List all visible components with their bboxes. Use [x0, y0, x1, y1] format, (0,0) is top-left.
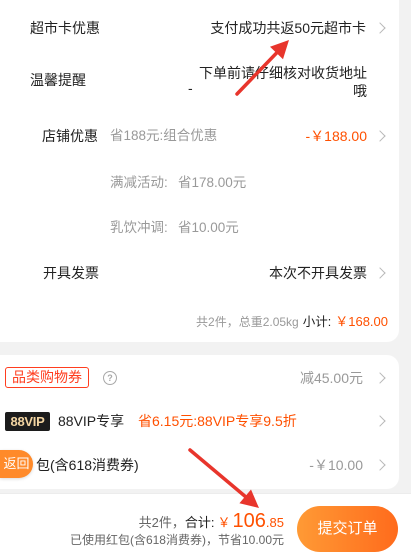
supermarket-card-row[interactable]: 超市卡优惠 支付成功共返50元超市卡: [0, 8, 399, 48]
vip-offer: 省6.15元:88VIP专享9.5折: [138, 413, 297, 429]
subtotal-label: 小计:: [302, 315, 332, 329]
notice-text-line: 下单前请仔细核对收货地址: [199, 65, 367, 81]
shop-discount-label: 店铺优惠: [42, 128, 98, 144]
vip-row[interactable]: 88VIP 88VIP专享 省6.15元:88VIP专享9.5折: [0, 401, 399, 441]
notice-dash: -: [188, 80, 193, 96]
supermarket-card-value: 支付成功共返50元超市卡: [210, 20, 366, 36]
category-coupon-row[interactable]: 品类购物券 ? 减45.00元: [0, 358, 399, 398]
chevron-right-icon: [374, 372, 386, 384]
category-coupon-value: 减45.00元: [299, 370, 363, 386]
category-coupon-tag: 品类购物券: [5, 367, 89, 388]
chevron-right-icon: [374, 415, 386, 427]
chevron-right-icon: [374, 459, 386, 471]
question-circle-icon[interactable]: ?: [103, 371, 117, 385]
submit-order-button[interactable]: 提交订单: [297, 506, 398, 552]
notice-text-line: 哦: [353, 83, 367, 99]
subtotal-row: 共2件，总重2.05kg 小计: ￥168.00: [0, 302, 399, 342]
red-packet-amount: -￥10.00: [309, 457, 363, 473]
savings-note: 已使用红包(含618消费券)，节省10.00元: [69, 533, 284, 547]
discounts-card: 品类购物券 ? 减45.00元 88VIP 88VIP专享 省6.15元:88V…: [0, 355, 399, 489]
shop-discount-amount: -￥188.00: [305, 128, 367, 144]
total-amount-integer: 106: [232, 510, 266, 532]
chevron-right-icon: [374, 267, 386, 279]
invoice-row[interactable]: 开具发票 本次不开具发票: [0, 253, 399, 293]
bottom-bar: 共2件， 合计: ￥ 106 .85 已使用红包(含618消费券)，节省10.0…: [0, 494, 411, 560]
shop-discount-summary: 省188元:组合优惠: [110, 128, 218, 143]
back-button[interactable]: 返回: [0, 450, 33, 478]
discount-detail-label: 乳饮冲调:: [110, 220, 168, 235]
invoice-label: 开具发票: [43, 265, 99, 281]
red-packet-label: 包(含618消费券): [36, 457, 139, 473]
order-summary-card: 超市卡优惠 支付成功共返50元超市卡 温馨提醒 - 下单前请仔细核对收货地址 哦…: [0, 0, 399, 342]
discount-detail-row: 乳饮冲调: 省10.00元: [0, 208, 399, 248]
subtotal: 共2件，总重2.05kg 小计: ￥168.00: [196, 312, 388, 332]
checkout-page: 超市卡优惠 支付成功共返50元超市卡 温馨提醒 - 下单前请仔细核对收货地址 哦…: [0, 0, 411, 560]
discount-detail-value: 省10.00元: [178, 220, 239, 235]
red-packet-row[interactable]: 包(含618消费券) -￥10.00: [0, 445, 399, 485]
subtotal-count-weight: 共2件，总重2.05kg: [196, 315, 299, 329]
vip-label: 88VIP专享: [58, 413, 125, 429]
chevron-right-icon: [374, 22, 386, 34]
notice-row: 温馨提醒 - 下单前请仔细核对收货地址 哦: [0, 56, 399, 104]
subtotal-amount: ￥168.00: [335, 314, 388, 329]
notice-label: 温馨提醒: [30, 72, 86, 88]
supermarket-card-label: 超市卡优惠: [30, 20, 100, 36]
vip-badge: 88VIP: [5, 412, 50, 431]
notice-text: 下单前请仔细核对收货地址 哦: [199, 64, 367, 100]
invoice-value: 本次不开具发票: [269, 265, 367, 281]
chevron-right-icon: [374, 130, 386, 142]
discount-detail-value: 省178.00元: [178, 175, 247, 190]
shop-discount-row[interactable]: 店铺优惠 省188元:组合优惠 -￥188.00: [0, 116, 399, 156]
discount-detail-label: 满减活动:: [110, 175, 168, 190]
discount-detail-row: 满减活动: 省178.00元: [0, 163, 399, 203]
